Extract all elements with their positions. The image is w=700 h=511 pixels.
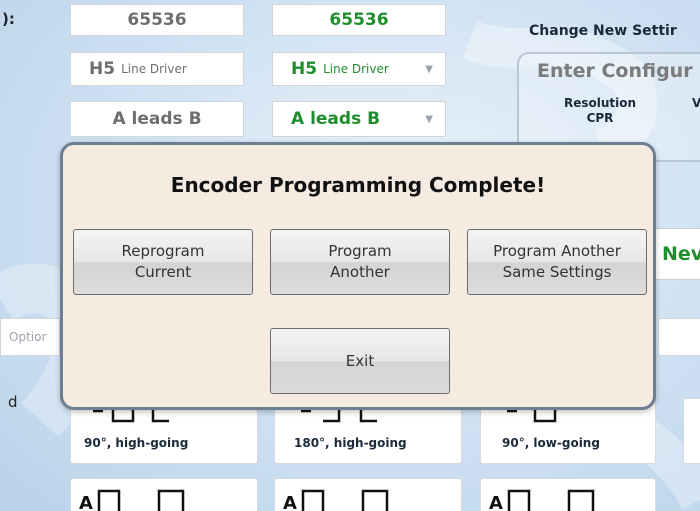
waveform-card[interactable]: A [274, 478, 462, 511]
waveform-card[interactable]: A [480, 478, 656, 511]
button-label-line1: Program [328, 242, 392, 260]
wave-letter: A [283, 493, 297, 511]
button-label-line1: Program Another [493, 242, 621, 260]
waveform-card[interactable]: A [70, 478, 258, 511]
phase-card-partial[interactable] [683, 398, 700, 464]
exit-button[interactable]: Exit [270, 328, 450, 394]
button-label-line2: Current [134, 263, 192, 281]
change-settings-title: Change New Settir [529, 23, 677, 39]
option-field-right[interactable] [658, 318, 700, 356]
phase-current-value: A leads B [70, 101, 244, 137]
phase-card-caption: 90°, low-going [502, 436, 600, 450]
waveform-icon [507, 489, 595, 511]
chevron-down-icon: ▼ [425, 113, 433, 125]
dialog-title: Encoder Programming Complete! [170, 173, 546, 197]
resolution-current-value: 65536 [70, 4, 244, 36]
output-new-select[interactable]: H5 Line Driver ▼ [272, 52, 446, 86]
wave-letter: A [79, 493, 93, 511]
field-label: ): [2, 10, 15, 28]
output-new-big: H5 [291, 59, 318, 79]
program-another-button[interactable]: Program Another [270, 229, 450, 295]
config-title: Enter Configur [537, 60, 693, 82]
resolution-new-input[interactable]: 65536 [272, 4, 446, 36]
output-current-value: H5 Line Driver [70, 52, 244, 86]
wave-letter: A [489, 493, 503, 511]
phase-card-caption: 180°, high-going [294, 436, 407, 450]
phase-new-select[interactable]: A leads B ▼ [272, 101, 446, 137]
resolution-cpr-label: Resolution CPR [563, 96, 637, 125]
output-new-small: Line Driver [323, 62, 389, 76]
v-label: V [692, 96, 700, 110]
new-button[interactable]: Nev [651, 228, 700, 280]
row-label: d [8, 393, 18, 411]
program-another-same-settings-button[interactable]: Program Another Same Settings [467, 229, 647, 295]
phase-card-caption: 90°, high-going [84, 436, 189, 450]
output-current-big: H5 [89, 59, 116, 79]
waveform-icon [301, 489, 389, 511]
option-field[interactable]: Optior [0, 318, 60, 356]
reprogram-current-button[interactable]: Reprogram Current [73, 229, 253, 295]
programming-complete-dialog: Encoder Programming Complete! Reprogram … [60, 142, 656, 410]
button-label-line2: Another [330, 263, 390, 281]
waveform-icon [97, 489, 185, 511]
phase-new-label: A leads B [291, 109, 381, 129]
chevron-down-icon: ▼ [425, 63, 433, 75]
button-label-line2: Same Settings [502, 263, 612, 281]
button-label-line1: Reprogram [121, 242, 205, 260]
output-current-small: Line Driver [121, 62, 187, 76]
